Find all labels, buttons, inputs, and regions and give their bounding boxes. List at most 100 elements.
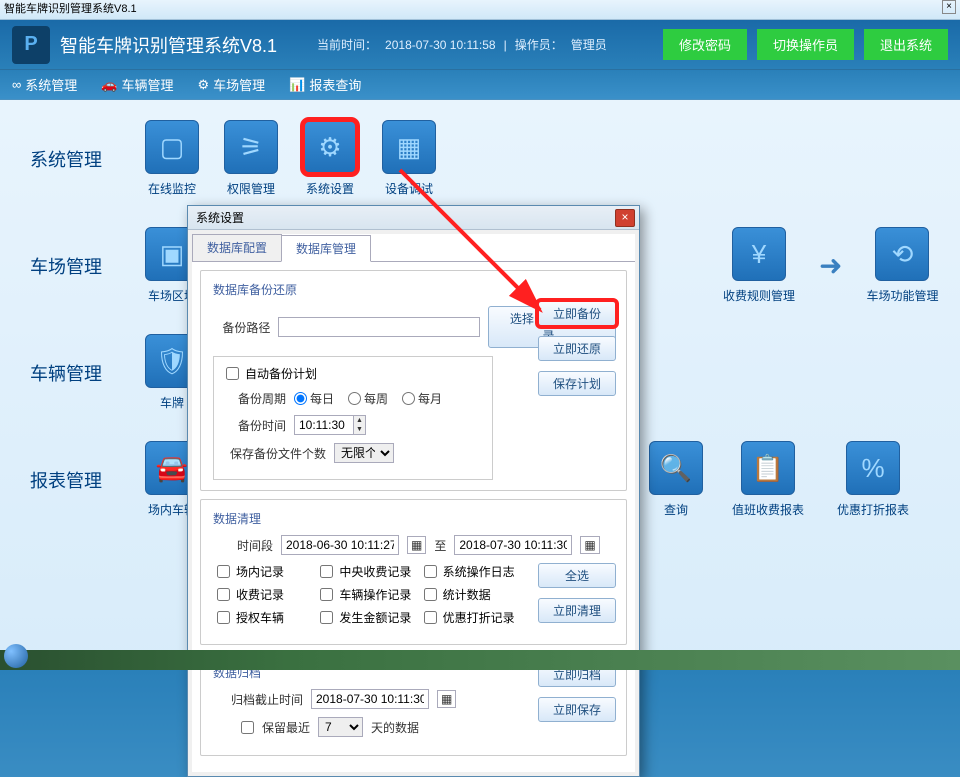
window-close-button[interactable]: × (942, 0, 956, 14)
clean-now-button[interactable]: 立即清理 (538, 598, 616, 623)
check-sys-log[interactable] (424, 565, 437, 578)
tile-query[interactable]: 🔍查询 (644, 441, 708, 518)
check-amount-record[interactable] (320, 611, 333, 624)
camera-icon: ▢ (145, 120, 199, 174)
check-central-fee[interactable] (320, 565, 333, 578)
app-logo-icon: P (12, 26, 50, 64)
operator-label: 操作员： (515, 36, 563, 53)
separator: | (504, 38, 507, 52)
range-from-input[interactable] (281, 535, 399, 555)
tab-db-config[interactable]: 数据库配置 (192, 234, 282, 261)
backup-fieldset: 数据库备份还原 备份路径 选择自动备份目录.. 自动备份计划 备份周期 每日 (200, 270, 627, 491)
check-auth-vehicle[interactable] (217, 611, 230, 624)
window-titlebar: 智能车牌识别管理系统V8.1 × (0, 0, 960, 20)
backup-time-input[interactable] (294, 415, 354, 435)
route-icon: ⟲ (875, 227, 929, 281)
tile-permission[interactable]: ⚞权限管理 (219, 120, 283, 197)
menu-report[interactable]: 📊报表查询 (289, 75, 361, 94)
section-label: 车辆管理 (30, 360, 120, 386)
globe-icon (4, 644, 28, 668)
keep-count-label: 保存备份文件个数 (226, 445, 326, 462)
check-stats[interactable] (424, 588, 437, 601)
restore-now-button[interactable]: 立即还原 (538, 336, 616, 361)
backup-now-button[interactable]: 立即备份 (538, 301, 616, 326)
to-label: 至 (434, 537, 446, 554)
backup-time-label: 备份时间 (226, 417, 286, 434)
spinner-up[interactable]: ▲ (354, 416, 365, 425)
link-icon: ∞ (12, 77, 21, 92)
menu-lot[interactable]: ⚙车场管理 (198, 75, 266, 94)
backup-path-input[interactable] (278, 317, 479, 337)
cycle-month-radio[interactable] (402, 392, 415, 405)
tile-discount-report[interactable]: %优惠打折报表 (828, 441, 918, 518)
spinner-down[interactable]: ▼ (354, 425, 365, 434)
check-in-record[interactable] (217, 565, 230, 578)
check-op-record[interactable] (320, 588, 333, 601)
search-icon: 🔍 (649, 441, 703, 495)
tile-fee-rule[interactable]: ¥收费规则管理 (714, 227, 804, 304)
check-fee-record[interactable] (217, 588, 230, 601)
report-icon: 📋 (741, 441, 795, 495)
keep-count-select[interactable]: 无限个 (334, 443, 394, 463)
save-plan-button[interactable]: 保存计划 (538, 371, 616, 396)
auto-backup-label: 自动备份计划 (245, 365, 317, 382)
tile-lot-func[interactable]: ⟲车场功能管理 (857, 227, 947, 304)
archive-deadline-input[interactable] (311, 689, 429, 709)
chart-icon: 📊 (289, 77, 305, 93)
dialog-title: 系统设置 (196, 209, 244, 226)
app-title: 智能车牌识别管理系统V8.1 (60, 32, 277, 58)
tile-settings[interactable]: ⚙系统设置 (298, 120, 362, 197)
deadline-label: 归档截止时间 (213, 691, 303, 708)
keep-recent-suffix: 天的数据 (371, 719, 419, 736)
menubar: ∞系统管理 🚗车辆管理 ⚙车场管理 📊报表查询 (0, 70, 960, 100)
range-to-input[interactable] (454, 535, 572, 555)
settings-dialog: 系统设置 × 数据库配置 数据库管理 数据库备份还原 备份路径 选择自动备份目录… (187, 205, 640, 777)
cycle-week-radio[interactable] (348, 392, 361, 405)
operator-value: 管理员 (571, 36, 607, 53)
section-label: 车场管理 (30, 253, 120, 279)
auto-backup-checkbox[interactable] (226, 367, 239, 380)
car-icon: 🚗 (101, 77, 117, 93)
section-label: 系统管理 (30, 146, 120, 172)
menu-system[interactable]: ∞系统管理 (12, 75, 77, 94)
header-info: 当前时间： 2018-07-30 10:11:58 | 操作员： 管理员 (317, 36, 607, 53)
dialog-titlebar[interactable]: 系统设置 × (188, 206, 639, 230)
tile-monitor[interactable]: ▢在线监控 (140, 120, 204, 197)
money-icon: ¥ (732, 227, 786, 281)
hierarchy-icon: ⚞ (224, 120, 278, 174)
auto-plan-box: 自动备份计划 备份周期 每日 每周 每月 备份时间 (213, 356, 493, 480)
time-label: 当前时间： (317, 36, 377, 53)
calendar-icon[interactable]: ▦ (407, 536, 426, 554)
path-label: 备份路径 (213, 319, 270, 336)
tile-duty-report[interactable]: 📋值班收费报表 (723, 441, 813, 518)
taskbar-strip (0, 650, 960, 670)
gear-icon: ⚙ (198, 77, 210, 93)
arrow-right-icon: ➜ (819, 249, 842, 282)
tab-db-manage[interactable]: 数据库管理 (281, 235, 371, 262)
calendar-icon[interactable]: ▦ (580, 536, 599, 554)
keep-recent-label: 保留最近 (262, 719, 310, 736)
fieldset-legend: 数据库备份还原 (213, 281, 616, 298)
keep-recent-select[interactable]: 7 (318, 717, 363, 737)
keep-recent-checkbox[interactable] (241, 721, 254, 734)
change-password-button[interactable]: 修改密码 (663, 29, 747, 60)
range-label: 时间段 (213, 537, 273, 554)
select-all-button[interactable]: 全选 (538, 563, 616, 588)
gear-icon: ⚙ (303, 120, 357, 174)
time-value: 2018-07-30 10:11:58 (385, 38, 496, 52)
exit-system-button[interactable]: 退出系统 (864, 29, 948, 60)
app-header: P 智能车牌识别管理系统V8.1 当前时间： 2018-07-30 10:11:… (0, 20, 960, 70)
chip-icon: ▦ (382, 120, 436, 174)
dialog-close-button[interactable]: × (615, 209, 635, 227)
percent-icon: % (846, 441, 900, 495)
switch-operator-button[interactable]: 切换操作员 (757, 29, 854, 60)
check-discount-record[interactable] (424, 611, 437, 624)
clean-fieldset: 数据清理 时间段 ▦ 至 ▦ 场内记录 中央收费记录 系统操作日志 收费记录 车 (200, 499, 627, 645)
section-label: 报表管理 (30, 467, 120, 493)
cycle-day-radio[interactable] (294, 392, 307, 405)
calendar-icon[interactable]: ▦ (437, 690, 456, 708)
tile-device[interactable]: ▦设备调试 (377, 120, 441, 197)
window-title: 智能车牌识别管理系统V8.1 (4, 0, 137, 19)
menu-vehicle[interactable]: 🚗车辆管理 (101, 75, 173, 94)
save-now-button[interactable]: 立即保存 (538, 697, 616, 722)
